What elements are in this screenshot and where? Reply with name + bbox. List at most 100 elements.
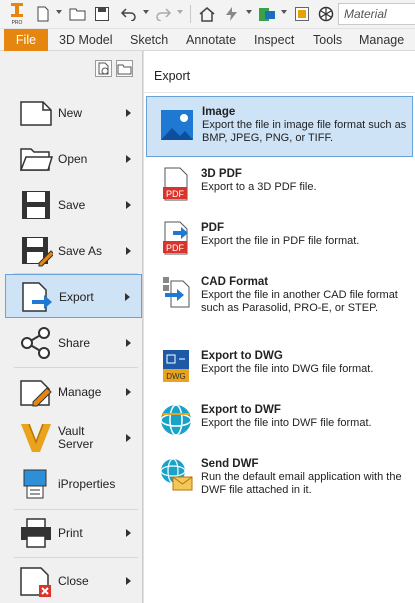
menu-item-label: Share xyxy=(58,335,91,350)
chevron-right-icon xyxy=(126,529,131,537)
export-item-description: Export to a 3D PDF file. xyxy=(201,181,317,193)
image-icon xyxy=(160,109,194,143)
menu-item-label: Save As xyxy=(58,243,103,258)
export-item-title: Export to DWF xyxy=(201,404,281,416)
dwg-icon: DWG xyxy=(159,349,193,383)
export-item-description: Export the file into DWG file format. xyxy=(201,363,374,375)
inventor-pro-logo[interactable]: PRO xyxy=(6,3,28,26)
update-icon[interactable] xyxy=(222,3,242,25)
menu-item-export[interactable]: Export xyxy=(5,274,142,318)
chevron-right-icon xyxy=(126,388,131,396)
export-item-title: CAD Format xyxy=(201,276,269,288)
share-icon xyxy=(19,327,53,359)
export-item-cad-format[interactable]: CAD Format Export the file in another CA… xyxy=(146,267,413,331)
menu-divider xyxy=(14,509,138,510)
chevron-down-icon[interactable] xyxy=(177,10,183,14)
chevron-down-icon[interactable] xyxy=(246,10,252,14)
menu-item-manage[interactable]: Manage xyxy=(5,370,142,414)
chevron-right-icon xyxy=(126,247,131,255)
cad-format-icon xyxy=(159,275,193,309)
file-menu: New Open Save Save As Export Share Manag… xyxy=(0,51,143,603)
menu-item-save-as[interactable]: Save As xyxy=(5,229,142,273)
chevron-down-icon[interactable] xyxy=(281,10,287,14)
undo-icon[interactable] xyxy=(119,3,139,25)
dwf-globe-icon xyxy=(159,403,193,437)
export-item-title: Export to DWG xyxy=(201,350,283,362)
tab-inspect[interactable]: Inspect xyxy=(254,29,294,51)
menu-item-print[interactable]: Print xyxy=(5,511,142,555)
menu-divider xyxy=(14,367,138,368)
export-item-send-dwf[interactable]: Send DWF Run the default email applicati… xyxy=(146,449,413,505)
panel-title: Export xyxy=(154,69,191,83)
menu-item-vault-server[interactable]: Vault Server xyxy=(5,416,142,460)
chevron-right-icon xyxy=(126,109,131,117)
manage-icon xyxy=(19,376,53,408)
material-sphere-icon[interactable] xyxy=(316,3,336,25)
export-item-dwg[interactable]: DWG Export to DWG Export the file into D… xyxy=(146,341,413,393)
save-icon[interactable] xyxy=(92,3,112,25)
vault-icon xyxy=(19,422,53,454)
svg-text:DWG: DWG xyxy=(166,372,186,381)
menu-item-label: iProperties xyxy=(58,476,116,491)
menu-item-iproperties[interactable]: iProperties xyxy=(5,462,142,506)
open-documents-icon[interactable] xyxy=(116,60,133,77)
menu-item-label: Open xyxy=(58,151,88,166)
tab-sketch[interactable]: Sketch xyxy=(130,29,168,51)
export-item-description: Run the default email application with t… xyxy=(201,471,402,496)
export-item-image[interactable]: Image Export the file in image file form… xyxy=(146,96,413,157)
export-icon xyxy=(20,281,54,313)
export-item-3d-pdf[interactable]: PDF 3D PDF Export to a 3D PDF file. xyxy=(146,159,413,209)
export-item-pdf[interactable]: PDF PDF Export the file in PDF file form… xyxy=(146,213,413,263)
svg-text:PDF: PDF xyxy=(166,243,185,253)
ribbon-tabs: File 3D Model Sketch Annotate Inspect To… xyxy=(0,29,415,51)
tab-3d-model[interactable]: 3D Model xyxy=(59,29,113,51)
recent-documents-icon[interactable] xyxy=(95,60,112,77)
export-item-dwf[interactable]: Export to DWF Export the file into DWF f… xyxy=(146,395,413,447)
chevron-down-icon[interactable] xyxy=(56,10,62,14)
menu-item-open[interactable]: Open xyxy=(5,137,142,181)
chevron-right-icon xyxy=(126,434,131,442)
export-item-description: Export the file in PDF file format. xyxy=(201,235,360,247)
appearance-icon[interactable] xyxy=(256,3,278,25)
toolbar-divider xyxy=(190,5,191,23)
pdf-icon: PDF xyxy=(159,221,193,255)
pdf-3d-icon: PDF xyxy=(159,167,193,201)
menu-item-label: Print xyxy=(58,525,83,540)
tab-manage[interactable]: Manage xyxy=(359,29,404,51)
chevron-right-icon xyxy=(126,201,131,209)
menu-item-share[interactable]: Share xyxy=(5,321,142,365)
chevron-right-icon xyxy=(126,155,131,163)
svg-text:PRO: PRO xyxy=(12,20,23,26)
menu-item-label: Export xyxy=(59,289,94,304)
menu-item-close[interactable]: Close xyxy=(5,559,142,603)
open-folder-icon[interactable] xyxy=(68,3,88,25)
chevron-right-icon xyxy=(125,293,130,301)
new-doc-icon xyxy=(19,97,53,129)
printer-icon xyxy=(19,517,53,549)
menu-item-label: Save xyxy=(58,197,86,212)
close-doc-icon xyxy=(19,565,53,597)
menu-item-new[interactable]: New xyxy=(5,91,142,135)
export-panel: Export Image Export the file in image fi… xyxy=(143,51,415,603)
color-swatch-icon[interactable] xyxy=(292,3,312,25)
export-item-title: PDF xyxy=(201,222,224,234)
menu-item-save[interactable]: Save xyxy=(5,183,142,227)
tab-annotate[interactable]: Annotate xyxy=(186,29,236,51)
panel-divider xyxy=(144,92,415,93)
menu-item-label: Vault Server xyxy=(58,424,94,451)
chevron-right-icon xyxy=(126,339,131,347)
save-as-icon xyxy=(19,235,55,267)
export-item-title: Image xyxy=(202,106,236,118)
tab-tools[interactable]: Tools xyxy=(313,29,342,51)
tab-file[interactable]: File xyxy=(4,29,48,51)
chevron-down-icon[interactable] xyxy=(143,10,149,14)
export-item-description: Export the file in another CAD file form… xyxy=(201,289,398,314)
redo-icon[interactable] xyxy=(153,3,173,25)
export-item-description: Export the file into DWF file format. xyxy=(201,417,372,429)
quick-access-toolbar: PRO Material xyxy=(0,0,415,29)
material-search-input[interactable]: Material xyxy=(338,3,415,25)
new-doc-icon[interactable] xyxy=(34,3,52,25)
menu-item-label: Manage xyxy=(58,384,102,399)
export-item-title: 3D PDF xyxy=(201,168,242,180)
home-icon[interactable] xyxy=(197,3,217,25)
